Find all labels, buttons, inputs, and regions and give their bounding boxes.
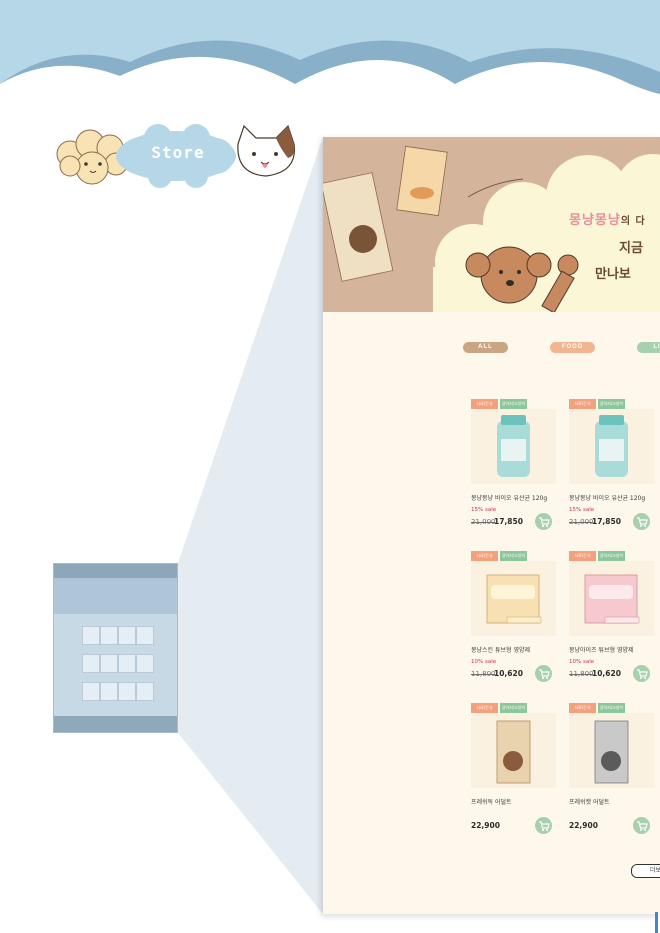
product-card[interactable]: 사료/간식 강아지/고양이 프레쉬독 어덜트 22,900 <box>471 703 561 843</box>
pet-type-badge: 강아지/고양이 <box>598 703 625 713</box>
pet-type-badge: 강아지/고양이 <box>598 551 625 561</box>
product-image[interactable] <box>569 561 654 636</box>
category-badge: 사료/간식 <box>569 703 596 713</box>
sale-label: 15% sale <box>471 507 497 513</box>
product-name[interactable]: 프레쉬캣 어덜트 <box>569 797 610 806</box>
sale-label: 10% sale <box>471 659 497 665</box>
category-badge: 사료/간식 <box>471 703 498 713</box>
product-card[interactable]: 사료/간식 강아지/고양이 몽냥스킨 튜브형 영양제 10% sale 11,8… <box>471 551 561 691</box>
product-card[interactable]: 사료/간식 강아지/고양이 몽냥아이즈 튜브형 영양제 10% sale 11,… <box>569 551 659 691</box>
hero-title-brand: 몽냥몽냥 <box>569 213 621 228</box>
food-bag-icon <box>323 172 394 282</box>
thumbnail-card <box>118 682 136 701</box>
thumbnail-card <box>136 626 154 645</box>
thumbnail-card <box>82 654 100 673</box>
thumbnail-card <box>118 626 136 645</box>
product-image[interactable] <box>569 713 654 788</box>
thumbnail-card <box>82 626 100 645</box>
product-image[interactable] <box>471 713 556 788</box>
tab-living[interactable]: LIV <box>637 342 660 353</box>
cart-icon <box>539 669 550 679</box>
category-badge: 사료/간식 <box>569 399 596 409</box>
tab-food[interactable]: FOOD <box>550 342 595 353</box>
product-card[interactable]: 사료/간식 강아지/고양이 몽냥몽냥 바이오 유산균 120g 15% sale… <box>569 399 659 539</box>
add-to-cart-button[interactable] <box>535 665 552 682</box>
cart-icon <box>637 669 648 679</box>
add-to-cart-button[interactable] <box>535 513 552 530</box>
original-price: 11,800 <box>569 670 594 678</box>
thumbnail-card <box>118 654 136 673</box>
cat-icon <box>237 124 296 177</box>
hero-banner: 몽냥몽냥의 다 지금 만나보 <box>323 137 660 312</box>
thumbnail-card <box>136 682 154 701</box>
scroll-indicator <box>655 912 658 933</box>
original-price: 21,000 <box>569 518 594 526</box>
page-thumbnail <box>53 563 178 733</box>
thumbnail-footer <box>54 716 177 732</box>
product-image[interactable] <box>471 561 556 636</box>
cart-icon <box>539 517 550 527</box>
hero-subtitle-line: 만나보 <box>595 267 631 282</box>
sale-price: 10,620 <box>494 669 523 678</box>
price: 22,900 <box>471 821 500 830</box>
product-name[interactable]: 몽냥몽냥 바이오 유산균 120g <box>471 493 547 502</box>
hero-title-suffix: 의 다 <box>620 216 646 227</box>
price: 22,900 <box>569 821 598 830</box>
product-name[interactable]: 몽냥아이즈 튜브형 영양제 <box>569 645 634 654</box>
cart-icon <box>637 821 648 831</box>
pet-type-badge: 강아지/고양이 <box>500 551 527 561</box>
add-to-cart-button[interactable] <box>633 513 650 530</box>
category-badge: 사료/간식 <box>471 399 498 409</box>
product-name[interactable]: 몽냥몽냥 바이오 유산균 120g <box>569 493 645 502</box>
product-image[interactable] <box>569 409 654 484</box>
hero-subtitle-line: 지금 <box>619 241 643 256</box>
cart-icon <box>539 821 550 831</box>
sale-price: 10,620 <box>592 669 621 678</box>
thumbnail-header <box>54 564 177 578</box>
original-price: 21,000 <box>471 518 496 526</box>
tab-all[interactable]: ALL <box>463 342 508 353</box>
product-card[interactable]: 사료/간식 강아지/고양이 몽냥몽냥 바이오 유산균 120g 15% sale… <box>471 399 561 539</box>
original-price: 11,800 <box>471 670 496 678</box>
sale-label: 10% sale <box>569 659 595 665</box>
cookie-bag-icon <box>396 145 448 217</box>
thumbnail-card <box>136 654 154 673</box>
store-page-preview: 몽냥몽냥의 다 지금 만나보 ALL FOOD LIV 사료/간식 강아지/고양… <box>323 137 660 914</box>
add-to-cart-button[interactable] <box>535 817 552 834</box>
product-card[interactable]: 사료/간식 강아지/고양이 프레쉬캣 어덜트 22,900 <box>569 703 659 843</box>
category-badge: 사료/간식 <box>569 551 596 561</box>
store-heading: Store <box>151 143 205 162</box>
product-image[interactable] <box>471 409 556 484</box>
sale-price: 17,850 <box>592 517 621 526</box>
category-badge: 사료/간식 <box>471 551 498 561</box>
pet-type-badge: 강아지/고양이 <box>500 399 527 409</box>
cart-icon <box>637 517 648 527</box>
add-to-cart-button[interactable] <box>633 817 650 834</box>
thumbnail-card <box>100 626 118 645</box>
product-name[interactable]: 몽냥스킨 튜브형 영양제 <box>471 645 530 654</box>
hero-title: 몽냥몽냥의 다 <box>569 209 646 228</box>
thumbnail-card <box>100 654 118 673</box>
sale-price: 17,850 <box>494 517 523 526</box>
pet-type-badge: 강아지/고양이 <box>598 399 625 409</box>
sale-label: 15% sale <box>569 507 595 513</box>
load-more-button[interactable]: 더보 <box>631 864 660 878</box>
add-to-cart-button[interactable] <box>633 665 650 682</box>
pet-type-badge: 강아지/고양이 <box>500 703 527 713</box>
product-name[interactable]: 프레쉬독 어덜트 <box>471 797 512 806</box>
thumbnail-hero <box>54 578 177 614</box>
thumbnail-card <box>100 682 118 701</box>
thumbnail-card <box>82 682 100 701</box>
